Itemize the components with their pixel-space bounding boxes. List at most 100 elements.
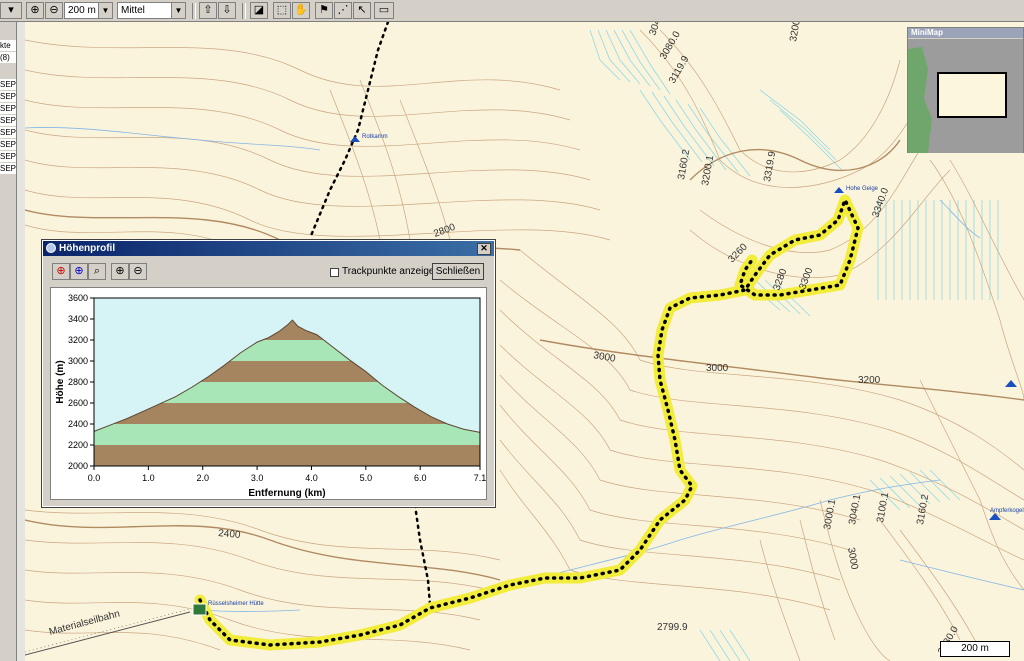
y-tick-label: 3000 — [68, 356, 88, 366]
contour-label: 3119.9 — [667, 54, 692, 86]
scale-bar: 200 m — [940, 641, 1010, 657]
y-tick-label: 3400 — [68, 314, 88, 324]
app-icon — [46, 243, 56, 253]
y-tick-label: 2600 — [68, 398, 88, 408]
y-tick-label: 2800 — [68, 377, 88, 387]
hut-icon[interactable] — [192, 603, 207, 616]
y-tick-label: 2400 — [68, 419, 88, 429]
minimap-panel[interactable]: MiniMap — [907, 27, 1024, 153]
elevation-band — [94, 445, 480, 466]
left-panel: kte (8) SEP 2 SEP 2 SEP 2 SEP 2 SEP 2 SE… — [0, 22, 25, 661]
zoom-in-icon[interactable]: ⊕ — [26, 2, 44, 19]
trackpoints-checkbox[interactable] — [330, 268, 339, 277]
peak-icon[interactable] — [1005, 380, 1017, 387]
x-tick-label: 4.0 — [305, 473, 318, 483]
x-tick-label: 7.1 — [474, 473, 486, 483]
detail-level-select[interactable]: Mittel ▼ — [117, 2, 186, 19]
y-tick-label: 2200 — [68, 440, 88, 450]
zoom-level-select[interactable]: 200 m ▼ — [64, 2, 113, 19]
contour-label: 2799.9 — [657, 622, 688, 633]
list-item[interactable]: SEP 2 — [0, 163, 16, 174]
close-icon[interactable]: ✕ — [477, 243, 491, 255]
minimap-viewport[interactable] — [937, 72, 1007, 118]
y-tick-label: 3200 — [68, 335, 88, 345]
chevron-down-icon: ▼ — [171, 3, 185, 18]
toolbar: ▾ ⊕ ⊖ 200 m ▼ Mittel ▼ ⇧ ⇩ ◪ ⬚ ✋ ⚑ ⋰ ↖ ▭ — [0, 0, 1024, 22]
list-item[interactable]: SEP 2 — [0, 139, 16, 150]
toolbar-separator — [242, 3, 246, 19]
contour-label: 3000 — [845, 547, 860, 571]
place-label: Ampferkogel — [990, 508, 1024, 514]
zoom-level-value: 200 m — [68, 5, 96, 16]
map-icon[interactable]: ◪ — [250, 2, 268, 19]
dropdown-arrow-button[interactable]: ▾ — [0, 2, 22, 19]
contour-label: 2800 — [432, 222, 457, 240]
place-label: Hohe Geige — [846, 186, 879, 192]
zoom-out-icon[interactable]: ⊖ — [129, 263, 147, 280]
elevation-band — [94, 424, 480, 445]
flag-icon[interactable]: ⚑ — [315, 2, 333, 19]
zoom-out-icon[interactable]: ⊖ — [45, 2, 63, 19]
elevation-chart-frame: 2000 2200 2400 2600 2800 3000 3200 3400 3600 0.0 1… — [50, 287, 487, 500]
pan-hand-icon[interactable]: ✋ — [292, 2, 310, 19]
close-button[interactable]: Schließen — [432, 263, 484, 280]
x-tick-label: 6.0 — [414, 473, 427, 483]
download-icon[interactable]: ⇩ — [218, 2, 236, 19]
list-item[interactable]: SEP 2 — [0, 91, 16, 102]
list-item[interactable]: kte — [0, 40, 16, 51]
y-tick-label: 3600 — [68, 293, 88, 303]
contour-label: 3000 — [706, 363, 729, 374]
list-item[interactable]: (8) — [0, 52, 16, 63]
cable-car-label: Materialseilbahn — [48, 608, 121, 637]
dialog-title: Höhenprofil — [59, 243, 116, 254]
peak-icon[interactable] — [989, 513, 1001, 520]
x-tick-label: 1.0 — [142, 473, 155, 483]
contour-label: 3000 — [592, 350, 616, 365]
trackpoints-checkbox-label: Trackpunkte anzeigen — [342, 266, 441, 277]
chevron-down-icon: ▼ — [98, 3, 112, 18]
pointer-icon[interactable]: ↖ — [353, 2, 371, 19]
x-tick-label: 2.0 — [196, 473, 209, 483]
contour-label: 3200 — [858, 375, 881, 386]
contour-label: 3040.1 — [847, 493, 863, 525]
contour-label: 3200.1 — [700, 154, 716, 186]
contour-label: 3160.2 — [676, 148, 692, 180]
minimap-view — [908, 39, 1023, 153]
contour-label: 3280 — [771, 267, 789, 292]
list-item[interactable]: SEP 2 — [0, 127, 16, 138]
left-panel-scrollbar[interactable] — [16, 22, 25, 661]
zoom-in-icon[interactable]: ⊕ — [111, 263, 129, 280]
trail-path — [413, 503, 432, 607]
select-icon[interactable]: ⬚ — [273, 2, 291, 19]
contour-label: 3200.1 — [788, 22, 804, 43]
list-item[interactable]: SEP 2 — [0, 79, 16, 90]
contour-label: 3100.1 — [875, 491, 891, 523]
x-tick-label: 0.0 — [88, 473, 101, 483]
contour-label: 3040 — [647, 22, 665, 37]
elevation-chart: 2000 2200 2400 2600 2800 3000 3200 3400 3600 0.0 1… — [55, 293, 486, 499]
contour-label: 3000.1 — [822, 498, 838, 530]
crosshair-red-icon[interactable]: ⊕ — [52, 263, 70, 280]
list-item[interactable]: SEP 2 — [0, 151, 16, 162]
y-axis-label: Höhe (m) — [55, 360, 66, 403]
place-label: Rüsselsheimer Hütte — [208, 601, 264, 607]
peak-icon[interactable] — [834, 187, 844, 193]
x-tick-label: 3.0 — [251, 473, 264, 483]
zoom-tool-icon[interactable]: ⌕ — [88, 263, 106, 280]
contour-label: 3080.0 — [658, 29, 683, 61]
list-item[interactable]: SEP 2 — [0, 115, 16, 126]
dialog-title-bar[interactable]: Höhenprofil ✕ — [43, 241, 494, 256]
crosshair-blue-icon[interactable]: ⊕ — [70, 263, 88, 280]
list-item[interactable]: SEP 2 — [0, 103, 16, 114]
contour-label: 2400 — [218, 528, 242, 541]
x-axis-label: Entfernung (km) — [248, 488, 325, 499]
place-label: Rotkamm — [362, 134, 388, 140]
track-edit-icon[interactable]: ⋰ — [334, 2, 352, 19]
minimap-title: MiniMap — [908, 28, 1023, 38]
ruler-icon[interactable]: ▭ — [374, 2, 394, 19]
y-tick-label: 2000 — [68, 461, 88, 471]
elevation-profile-dialog: Höhenprofil ✕ ⊕ ⊕ ⌕ ⊕ ⊖ Trackpunkte anze… — [41, 239, 496, 508]
toolbar-separator — [192, 3, 196, 19]
upload-icon[interactable]: ⇧ — [199, 2, 217, 19]
peak-icon[interactable] — [350, 136, 360, 142]
